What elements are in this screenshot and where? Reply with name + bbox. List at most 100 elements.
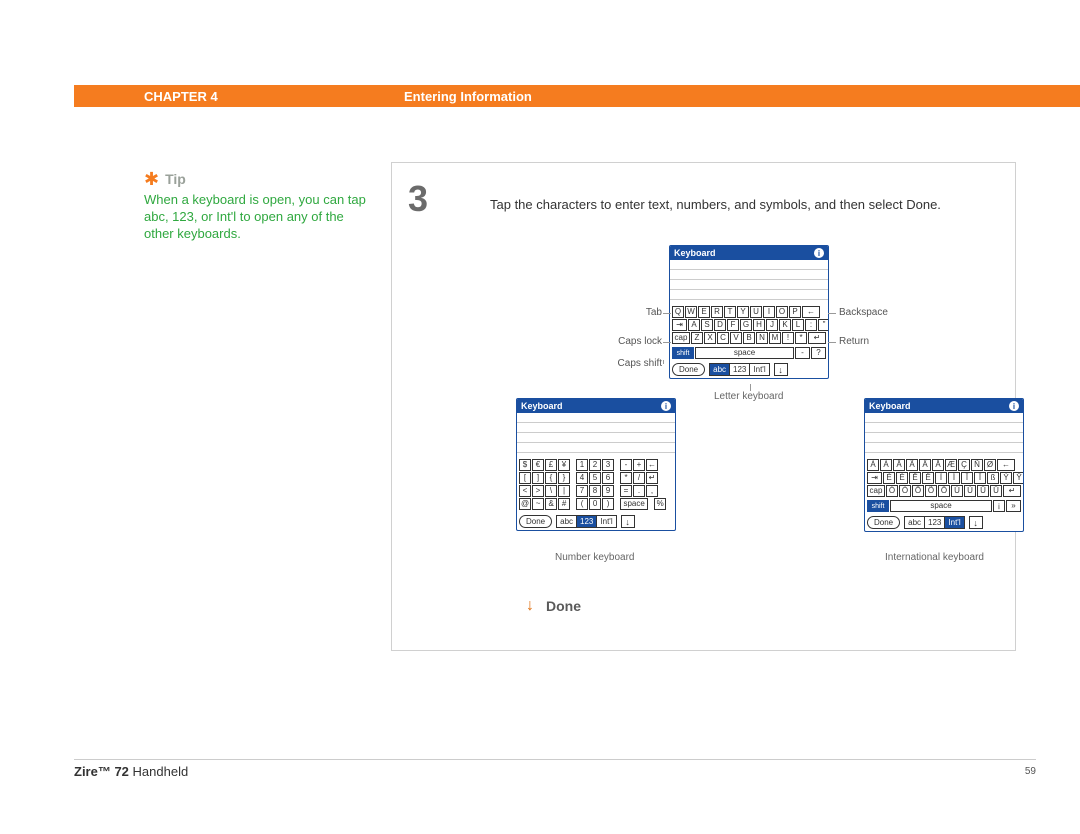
key[interactable]: Ë: [922, 472, 934, 484]
key[interactable]: B: [743, 332, 755, 344]
mode-abc[interactable]: abc: [557, 516, 577, 527]
key[interactable]: P: [789, 306, 801, 318]
shift-key[interactable]: shift: [672, 347, 694, 359]
key[interactable]: 6: [602, 472, 614, 484]
key[interactable]: $: [519, 459, 531, 471]
key[interactable]: Ì: [948, 472, 960, 484]
down-arrow-icon[interactable]: ↓: [774, 363, 788, 376]
key[interactable]: M: [769, 332, 781, 344]
key[interactable]: .: [633, 485, 645, 497]
key[interactable]: L: [792, 319, 804, 331]
key[interactable]: Î: [961, 472, 973, 484]
key[interactable]: Ú: [951, 485, 963, 497]
key[interactable]: Ý: [1000, 472, 1012, 484]
shift-key[interactable]: shift: [867, 500, 889, 512]
key[interactable]: Á: [867, 459, 879, 471]
mode-abc[interactable]: abc: [710, 364, 730, 375]
done-button[interactable]: Done: [672, 363, 705, 376]
down-arrow-icon[interactable]: ↓: [969, 516, 983, 529]
key[interactable]: 7: [576, 485, 588, 497]
key[interactable]: ): [602, 498, 614, 510]
key[interactable]: \: [545, 485, 557, 497]
key[interactable]: Ã: [906, 459, 918, 471]
key[interactable]: V: [730, 332, 742, 344]
tab-key[interactable]: ⇥: [672, 319, 687, 331]
key[interactable]: À: [880, 459, 892, 471]
key[interactable]: O: [776, 306, 788, 318]
key[interactable]: Z: [691, 332, 703, 344]
key[interactable]: Ÿ: [1013, 472, 1024, 484]
key[interactable]: ↵: [1003, 485, 1021, 497]
mode-123[interactable]: 123: [577, 516, 597, 527]
info-icon[interactable]: i: [814, 248, 824, 258]
key[interactable]: È: [896, 472, 908, 484]
info-icon[interactable]: i: [1009, 401, 1019, 411]
key[interactable]: J: [766, 319, 778, 331]
cap-key[interactable]: cap: [867, 485, 885, 497]
key[interactable]: ¥: [558, 459, 570, 471]
key[interactable]: K: [779, 319, 791, 331]
key[interactable]: :: [805, 319, 817, 331]
key[interactable]: E: [698, 306, 710, 318]
key[interactable]: 9: [602, 485, 614, 497]
key[interactable]: G: [740, 319, 752, 331]
key[interactable]: X: [704, 332, 716, 344]
key[interactable]: ←: [802, 306, 820, 318]
key[interactable]: 8: [589, 485, 601, 497]
key[interactable]: Ê: [909, 472, 921, 484]
key[interactable]: Æ: [945, 459, 957, 471]
key[interactable]: W: [685, 306, 697, 318]
key[interactable]: ,: [646, 485, 658, 497]
key[interactable]: Y: [737, 306, 749, 318]
question-key[interactable]: ?: [811, 347, 826, 359]
key[interactable]: %: [654, 498, 666, 510]
text-area[interactable]: [865, 413, 1023, 457]
key[interactable]: *: [795, 332, 807, 344]
key[interactable]: I: [763, 306, 775, 318]
key[interactable]: [: [519, 472, 531, 484]
mode-123[interactable]: 123: [925, 517, 945, 528]
cap-key[interactable]: cap: [672, 332, 690, 344]
key[interactable]: R: [711, 306, 723, 318]
key[interactable]: =: [620, 485, 632, 497]
key[interactable]: Ò: [899, 485, 911, 497]
key[interactable]: (: [576, 498, 588, 510]
key[interactable]: #: [558, 498, 570, 510]
space-key[interactable]: space: [620, 498, 648, 510]
key[interactable]: Ó: [886, 485, 898, 497]
text-area[interactable]: [670, 260, 828, 304]
key[interactable]: A: [688, 319, 700, 331]
key[interactable]: ~: [532, 498, 544, 510]
mode-abc[interactable]: abc: [905, 517, 925, 528]
key[interactable]: C: [717, 332, 729, 344]
key[interactable]: }: [558, 472, 570, 484]
key[interactable]: *: [620, 472, 632, 484]
key[interactable]: 4: [576, 472, 588, 484]
key[interactable]: !: [782, 332, 794, 344]
key[interactable]: Ô: [912, 485, 924, 497]
key[interactable]: 2: [589, 459, 601, 471]
key[interactable]: D: [714, 319, 726, 331]
mode-123[interactable]: 123: [730, 364, 750, 375]
key[interactable]: N: [756, 332, 768, 344]
key[interactable]: 3: [602, 459, 614, 471]
key[interactable]: &: [545, 498, 557, 510]
key[interactable]: F: [727, 319, 739, 331]
key[interactable]: /: [633, 472, 645, 484]
key[interactable]: Â: [893, 459, 905, 471]
key[interactable]: Ä: [919, 459, 931, 471]
key[interactable]: {: [545, 472, 557, 484]
key[interactable]: Ø: [984, 459, 996, 471]
key[interactable]: Ç: [958, 459, 970, 471]
key[interactable]: Ï: [974, 472, 986, 484]
key[interactable]: ↵: [646, 472, 658, 484]
key[interactable]: ]: [532, 472, 544, 484]
key[interactable]: |: [558, 485, 570, 497]
key[interactable]: ": [818, 319, 829, 331]
key[interactable]: Õ: [925, 485, 937, 497]
key[interactable]: Ù: [964, 485, 976, 497]
done-button[interactable]: Done: [867, 516, 900, 529]
key[interactable]: €: [532, 459, 544, 471]
mode-intl[interactable]: Int'l: [945, 517, 963, 528]
key[interactable]: Å: [932, 459, 944, 471]
